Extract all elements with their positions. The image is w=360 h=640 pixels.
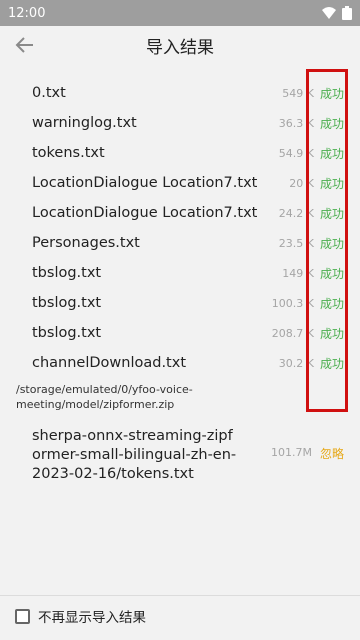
file-size: 24.2 K bbox=[278, 206, 314, 220]
list-item: LocationDialogue Location7.txt 20 K 成功 bbox=[0, 168, 360, 198]
checkbox-label: 不再显示导入结果 bbox=[38, 610, 146, 626]
file-name: tbslog.txt bbox=[32, 295, 102, 311]
file-name: 0.txt bbox=[32, 85, 66, 101]
file-size: 30.2 K bbox=[278, 356, 314, 370]
file-name: LocationDialogue Location7.txt bbox=[32, 175, 258, 191]
list-item: sherpa-onnx-streaming-zipformer-small-bi… bbox=[0, 412, 360, 492]
file-size: 100.3 K bbox=[271, 296, 314, 310]
list-item: tbslog.txt 149 K 成功 bbox=[0, 258, 360, 288]
status-label: 成功 bbox=[319, 86, 344, 101]
status-label: 成功 bbox=[319, 206, 344, 221]
file-size: 149 K bbox=[282, 266, 314, 280]
divider bbox=[0, 595, 360, 596]
status-label: 成功 bbox=[319, 116, 344, 131]
status-bar: 12:00 bbox=[0, 0, 360, 26]
status-label: 成功 bbox=[319, 296, 344, 311]
archive-path: /storage/emulated/0/yfoo-voice-meeting/m… bbox=[16, 383, 193, 411]
file-size: 549 K bbox=[282, 86, 314, 100]
battery-icon bbox=[342, 6, 352, 20]
file-name: channelDownload.txt bbox=[32, 355, 187, 371]
dont-show-again-option[interactable]: 不再显示导入结果 bbox=[15, 606, 146, 626]
status-label: 成功 bbox=[319, 356, 344, 371]
file-name: tbslog.txt bbox=[32, 265, 102, 281]
file-name: tokens.txt bbox=[32, 145, 105, 161]
page-title: 导入结果 bbox=[146, 37, 214, 58]
status-label: 忽略 bbox=[319, 447, 344, 461]
wifi-icon bbox=[322, 7, 336, 19]
status-label: 成功 bbox=[319, 266, 344, 281]
list-item: warninglog.txt 36.3 K 成功 bbox=[0, 108, 360, 138]
file-name: warninglog.txt bbox=[32, 115, 137, 131]
file-size: 208.7 K bbox=[271, 326, 314, 340]
status-label: 成功 bbox=[319, 146, 344, 161]
status-label: 成功 bbox=[319, 176, 344, 191]
status-label: 成功 bbox=[319, 236, 344, 251]
list-item: tbslog.txt 100.3 K 成功 bbox=[0, 288, 360, 318]
file-size: 36.3 K bbox=[278, 116, 314, 130]
arrow-left-icon bbox=[15, 37, 33, 53]
file-size: 20 K bbox=[289, 176, 314, 190]
list-item: channelDownload.txt 30.2 K 成功 bbox=[0, 348, 360, 378]
file-name: LocationDialogue Location7.txt bbox=[32, 205, 258, 221]
app-bar: 导入结果 bbox=[0, 26, 360, 64]
file-size: 23.5 K bbox=[278, 236, 314, 250]
list-item: LocationDialogue Location7.txt 24.2 K 成功 bbox=[0, 198, 360, 228]
file-size: 54.9 K bbox=[278, 146, 314, 160]
list-item: 0.txt 549 K 成功 bbox=[0, 78, 360, 108]
file-name: sherpa-onnx-streaming-zipformer-small-bi… bbox=[32, 427, 237, 482]
file-name: tbslog.txt bbox=[32, 325, 102, 341]
status-label: 成功 bbox=[319, 326, 344, 341]
list-item: tbslog.txt 208.7 K 成功 bbox=[0, 318, 360, 348]
status-icons bbox=[322, 6, 352, 20]
back-button[interactable] bbox=[12, 32, 38, 58]
list-item: Personages.txt 23.5 K 成功 bbox=[0, 228, 360, 258]
result-list: 0.txt 549 K 成功 warninglog.txt 36.3 K 成功 … bbox=[0, 78, 360, 492]
status-time: 12:00 bbox=[8, 5, 46, 21]
file-name: Personages.txt bbox=[32, 235, 140, 251]
file-size: 101.7M bbox=[271, 446, 312, 459]
dont-show-again-checkbox[interactable] bbox=[15, 608, 30, 624]
list-item: tokens.txt 54.9 K 成功 bbox=[0, 138, 360, 168]
